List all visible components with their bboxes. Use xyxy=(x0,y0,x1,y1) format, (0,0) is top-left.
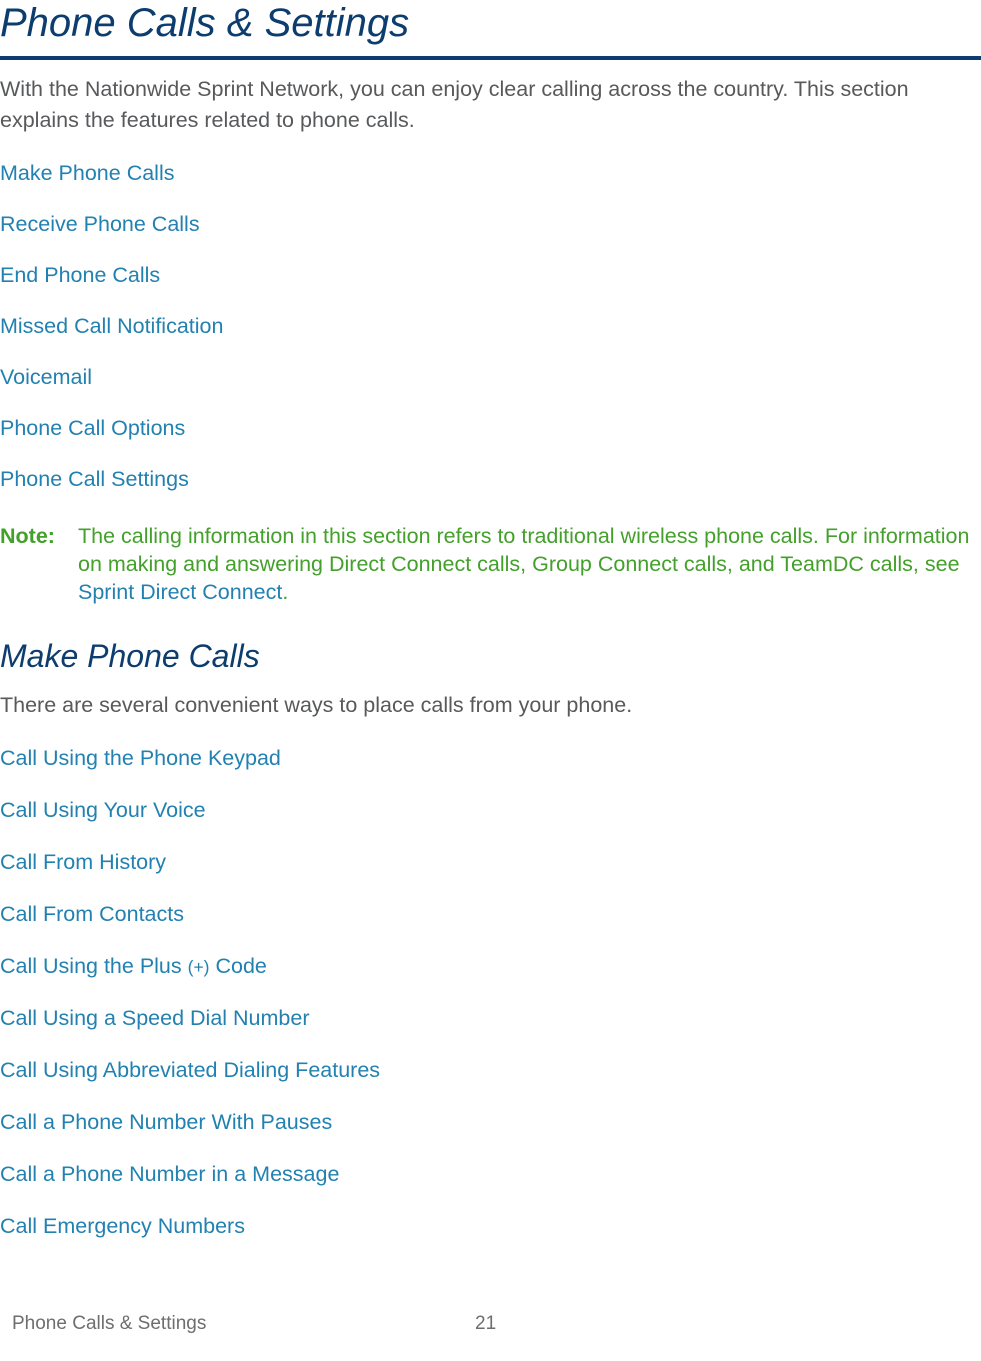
link-tail: Code xyxy=(209,954,267,978)
list-item: Call a Phone Number in a Message xyxy=(0,1160,981,1189)
section-link-call-a-phone-number-in-a-message[interactable]: Call a Phone Number in a Message xyxy=(0,1160,981,1189)
link-text: Call Using Your Voice xyxy=(0,798,206,822)
section-paragraph: There are several convenient ways to pla… xyxy=(0,693,633,717)
note-link-sprint-direct-connect[interactable]: Sprint Direct Connect xyxy=(78,580,282,604)
section-link-call-using-the-phone-keypad[interactable]: Call Using the Phone Keypad xyxy=(0,744,981,773)
section-toc-list: Call Using the Phone Keypad Call Using Y… xyxy=(0,744,981,1241)
list-item: Voicemail xyxy=(0,363,981,391)
toc-link-phone-call-options[interactable]: Phone Call Options xyxy=(0,414,981,442)
list-item: Receive Phone Calls xyxy=(0,210,981,238)
list-item: Missed Call Notification xyxy=(0,312,981,340)
link-text: Call From Contacts xyxy=(0,902,184,926)
link-text: Call a Phone Number With Pauses xyxy=(0,1110,333,1134)
intro-paragraph: With the Nationwide Sprint Network, you … xyxy=(0,77,909,132)
toc-link-make-phone-calls[interactable]: Make Phone Calls xyxy=(0,159,981,187)
section-link-call-from-history[interactable]: Call From History xyxy=(0,848,981,877)
list-item: Call Using the Phone Keypad xyxy=(0,744,981,773)
page-content: Phone Calls & Settings With the Nationwi… xyxy=(0,0,981,1241)
toc-link-receive-phone-calls[interactable]: Receive Phone Calls xyxy=(0,210,981,238)
note-label: Note: xyxy=(0,524,55,548)
link-text: Call Using the Plus xyxy=(0,954,188,978)
link-text: Call a Phone Number in a Message xyxy=(0,1162,340,1186)
link-text: Call Using Abbreviated Dialing Features xyxy=(0,1058,381,1082)
section-link-call-using-your-voice[interactable]: Call Using Your Voice xyxy=(0,796,981,825)
title-divider xyxy=(0,56,981,60)
page-footer: Phone Calls & Settings 21 xyxy=(0,1313,981,1339)
note-text-before-link: The calling information in this section … xyxy=(78,524,970,576)
list-item: Phone Call Settings xyxy=(0,465,981,493)
link-text: Call From History xyxy=(0,850,167,874)
note-callout: Note: The calling information in this se… xyxy=(0,522,981,606)
section-link-call-using-a-speed-dial-number[interactable]: Call Using a Speed Dial Number xyxy=(0,1004,981,1033)
chapter-toc-list: Make Phone Calls Receive Phone Calls End… xyxy=(0,159,981,493)
list-item: Call a Phone Number With Pauses xyxy=(0,1108,981,1137)
list-item: Call From Contacts xyxy=(0,900,981,929)
footer-chapter-title: Phone Calls & Settings xyxy=(12,1313,207,1334)
toc-link-voicemail[interactable]: Voicemail xyxy=(0,363,981,391)
link-text: Call Using the Phone Keypad xyxy=(0,746,281,770)
section-link-call-using-the-plus-code[interactable]: Call Using the Plus (+) Code xyxy=(0,952,981,981)
list-item: Phone Call Options xyxy=(0,414,981,442)
note-text-after-link: . xyxy=(282,580,289,604)
link-text: Call Emergency Numbers xyxy=(0,1214,245,1238)
footer-page-number: 21 xyxy=(475,1313,497,1334)
section-heading-make-phone-calls: Make Phone Calls xyxy=(0,638,260,674)
section-link-call-using-abbreviated-dialing-features[interactable]: Call Using Abbreviated Dialing Features xyxy=(0,1056,981,1085)
list-item: Call Emergency Numbers xyxy=(0,1212,981,1241)
note-body: The calling information in this section … xyxy=(78,524,969,604)
list-item: Make Phone Calls xyxy=(0,159,981,187)
list-item: Call Using Abbreviated Dialing Features xyxy=(0,1056,981,1085)
link-paren: (+) xyxy=(187,957,210,977)
page-title: Phone Calls & Settings xyxy=(0,1,410,45)
list-item: Call From History xyxy=(0,848,981,877)
toc-link-phone-call-settings[interactable]: Phone Call Settings xyxy=(0,465,981,493)
section-link-call-emergency-numbers[interactable]: Call Emergency Numbers xyxy=(0,1212,981,1241)
list-item: Call Using a Speed Dial Number xyxy=(0,1004,981,1033)
link-text: Call Using a Speed Dial Number xyxy=(0,1006,310,1030)
toc-link-end-phone-calls[interactable]: End Phone Calls xyxy=(0,261,981,289)
document-page: Phone Calls & Settings With the Nationwi… xyxy=(0,0,981,1361)
list-item: End Phone Calls xyxy=(0,261,981,289)
list-item: Call Using the Plus (+) Code xyxy=(0,952,981,981)
list-item: Call Using Your Voice xyxy=(0,796,981,825)
section-link-call-from-contacts[interactable]: Call From Contacts xyxy=(0,900,981,929)
section-link-call-a-phone-number-with-pauses[interactable]: Call a Phone Number With Pauses xyxy=(0,1108,981,1137)
toc-link-missed-call-notification[interactable]: Missed Call Notification xyxy=(0,312,981,340)
